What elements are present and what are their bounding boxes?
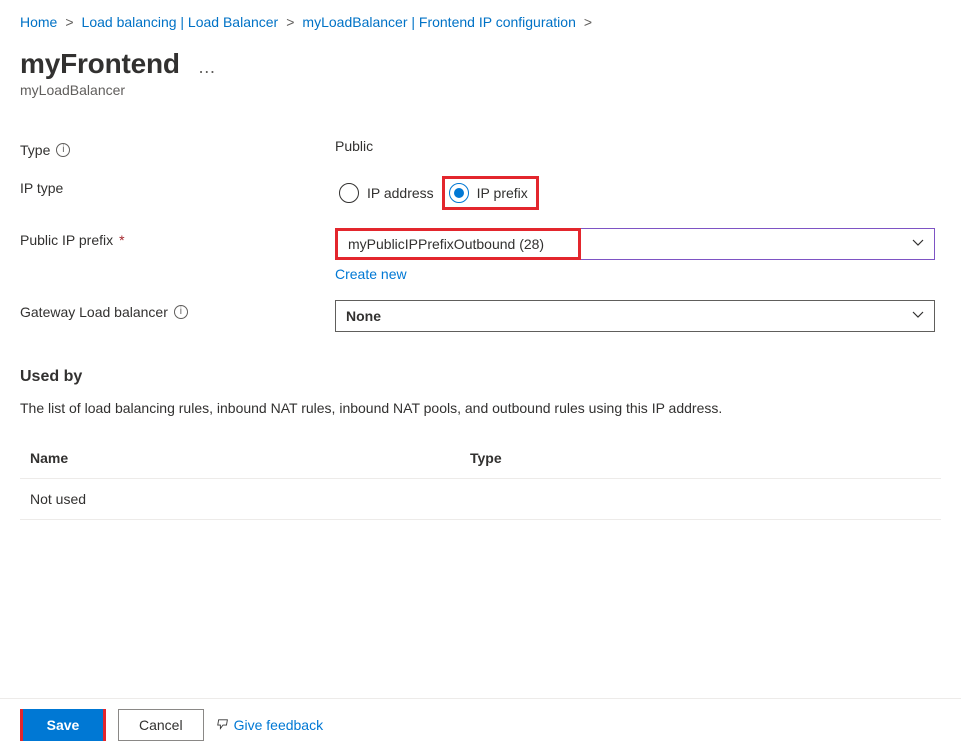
footer: Save Cancel Give feedback	[0, 698, 961, 755]
breadcrumb: Home > Load balancing | Load Balancer > …	[20, 14, 941, 30]
public-ip-prefix-value: myPublicIPPrefixOutbound (28)	[348, 236, 544, 252]
cell-name: Not used	[30, 491, 470, 507]
radio-ip-address-label: IP address	[367, 185, 434, 201]
give-feedback-link[interactable]: Give feedback	[216, 717, 324, 733]
cell-type	[470, 491, 931, 507]
chevron-down-icon	[912, 309, 924, 324]
save-button[interactable]: Save	[23, 709, 103, 741]
radio-icon	[339, 183, 359, 203]
breadcrumb-frontend-ip[interactable]: myLoadBalancer | Frontend IP configurati…	[302, 14, 575, 30]
radio-ip-address[interactable]: IP address	[335, 179, 442, 207]
ip-type-label: IP type	[20, 180, 63, 196]
more-actions-button[interactable]: …	[198, 52, 218, 76]
column-name: Name	[30, 450, 470, 466]
breadcrumb-home[interactable]: Home	[20, 14, 57, 30]
required-indicator: *	[119, 232, 124, 248]
create-new-link[interactable]: Create new	[335, 266, 407, 282]
page-subtitle: myLoadBalancer	[20, 82, 941, 98]
public-ip-prefix-label: Public IP prefix	[20, 232, 113, 248]
table-row: Not used	[20, 479, 941, 520]
form: Type i Public IP type IP address	[20, 138, 941, 332]
breadcrumb-load-balancing[interactable]: Load balancing | Load Balancer	[82, 14, 279, 30]
gateway-lb-label: Gateway Load balancer	[20, 304, 168, 320]
type-label: Type	[20, 142, 50, 158]
chevron-right-icon: >	[65, 14, 73, 30]
gateway-lb-select[interactable]: None	[335, 300, 935, 332]
page-title: myFrontend	[20, 48, 180, 80]
radio-ip-prefix-label: IP prefix	[477, 185, 528, 201]
feedback-icon	[216, 718, 230, 732]
public-ip-prefix-select[interactable]: myPublicIPPrefixOutbound (28)	[335, 228, 935, 260]
info-icon[interactable]: i	[56, 143, 70, 157]
give-feedback-label: Give feedback	[234, 717, 324, 733]
used-by-table: Name Type Not used	[20, 438, 941, 520]
cancel-button[interactable]: Cancel	[118, 709, 204, 741]
radio-icon	[449, 183, 469, 203]
chevron-right-icon: >	[584, 14, 592, 30]
type-value: Public	[335, 138, 941, 154]
used-by-description: The list of load balancing rules, inboun…	[20, 400, 941, 416]
used-by-title: Used by	[20, 368, 941, 386]
save-button-highlight: Save	[20, 709, 106, 741]
column-type: Type	[470, 450, 931, 466]
chevron-down-icon	[912, 236, 924, 252]
ip-type-radio-group: IP address IP prefix	[335, 176, 941, 210]
gateway-lb-value: None	[346, 308, 381, 324]
chevron-right-icon: >	[286, 14, 294, 30]
info-icon[interactable]: i	[174, 305, 188, 319]
radio-ip-prefix[interactable]: IP prefix	[445, 179, 536, 207]
table-header: Name Type	[20, 438, 941, 479]
